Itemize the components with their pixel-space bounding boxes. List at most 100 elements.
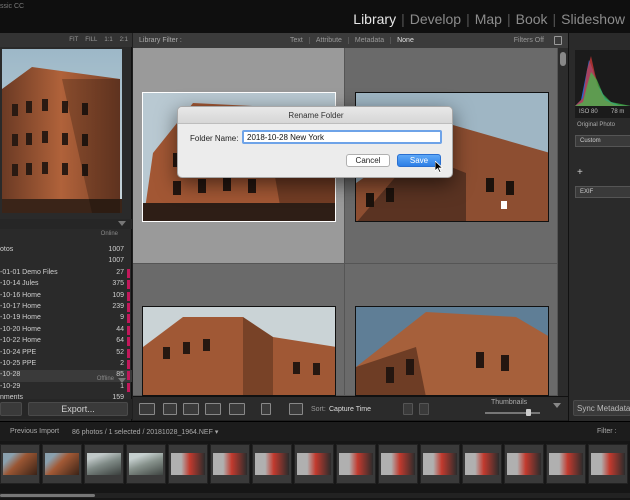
sort-label: Sort: [311, 406, 326, 413]
grid-scrollbar-thumb[interactable] [560, 52, 566, 66]
filmstrip-thumb[interactable] [0, 444, 40, 484]
filmstrip-thumb[interactable] [210, 444, 250, 484]
folder-color-mark [127, 291, 130, 301]
filmstrip-thumb[interactable] [168, 444, 208, 484]
offline-label: Offline [96, 376, 114, 382]
filmstrip-source[interactable]: Previous Import [10, 428, 59, 435]
folder-row[interactable]: -10-17 Home 239 [0, 302, 132, 313]
thumbnail-size-knob[interactable] [526, 409, 531, 416]
folder-row[interactable]: -10-25 PPE 2 [0, 359, 132, 370]
folder-color-mark [127, 268, 130, 278]
folder-name: -10-19 Home [0, 314, 41, 322]
zoom-2-1[interactable]: 2:1 [120, 37, 128, 43]
grid-view-icon[interactable] [139, 403, 155, 415]
grid-cell[interactable] [133, 264, 345, 396]
module-slideshow[interactable]: Slideshow [556, 11, 630, 27]
flag-icon[interactable] [403, 403, 413, 415]
sort-dropdown[interactable]: Capture Time [329, 406, 371, 413]
folder-row[interactable]: -10-14 Jules 375 [0, 279, 132, 290]
module-map[interactable]: Map [470, 11, 507, 27]
filmstrip-scrollbar[interactable] [0, 493, 630, 498]
survey-view-icon[interactable] [205, 403, 221, 415]
original-photo-label: Original Photo [577, 122, 616, 128]
filters-status[interactable]: Filters Off [514, 37, 544, 44]
module-library[interactable]: Library [348, 11, 401, 27]
folder-name: -10-14 Jules [0, 280, 39, 288]
compare-view-icon[interactable] [183, 403, 199, 415]
filmstrip-thumb[interactable] [378, 444, 418, 484]
photo-thumbnail[interactable] [142, 306, 336, 396]
folder-row[interactable]: -01-01 Demo Files 27 [0, 268, 132, 279]
folder-name: otos [0, 246, 14, 253]
filter-none[interactable]: None [390, 37, 420, 44]
folder-row[interactable]: -10-24 PPE 52 [0, 348, 132, 359]
offline-volume-row[interactable]: Offline [0, 376, 132, 386]
folder-count: 239 [112, 302, 124, 310]
zoom-fit[interactable]: FIT [69, 37, 78, 43]
filmstrip-info[interactable]: 86 photos / 1 selected / 20181028_1964.N… [72, 428, 218, 436]
folder-row[interactable]: otos 1007 [0, 245, 132, 256]
people-view-icon[interactable] [229, 403, 245, 415]
grid-cell[interactable] [345, 264, 558, 396]
folder-row[interactable]: -10-16 Home 109 [0, 291, 132, 302]
metadata-set-dropdown[interactable]: EXIF [575, 186, 630, 198]
navigator-header: FIT FILL 1:1 2:1 [0, 33, 132, 47]
lock-icon[interactable] [554, 36, 562, 45]
filmstrip-thumb[interactable] [504, 444, 544, 484]
panel-collapse-row[interactable] [0, 219, 132, 229]
filmstrip-thumb[interactable] [462, 444, 502, 484]
collapse-triangle-icon [118, 221, 126, 226]
filmstrip-thumb[interactable] [420, 444, 460, 484]
zoom-options: FIT FILL 1:1 2:1 [69, 37, 128, 43]
zoom-fill[interactable]: FILL [85, 37, 97, 43]
thumbnail-size-slider[interactable] [485, 412, 540, 414]
lightroom-window: ssic CC Library | Develop | Map | Book | Sli… [0, 0, 630, 500]
filmstrip-thumb[interactable] [84, 444, 124, 484]
folder-name: -10-24 PPE [0, 348, 37, 356]
filmstrip-thumb[interactable] [588, 444, 628, 484]
sync-metadata-button[interactable]: Sync Metadata [573, 400, 630, 416]
filmstrip [0, 441, 630, 500]
module-develop[interactable]: Develop [405, 11, 466, 27]
filter-metadata[interactable]: Metadata [347, 37, 390, 44]
filmstrip-thumb[interactable] [126, 444, 166, 484]
add-icon[interactable]: + [577, 167, 583, 178]
folder-row[interactable]: -10-20 Home 44 [0, 325, 132, 336]
filter-text[interactable]: Text [284, 37, 309, 44]
photo-thumbnail[interactable] [355, 306, 549, 396]
filter-attribute[interactable]: Attribute [308, 37, 348, 44]
folder-count: 1007 [108, 246, 124, 253]
folder-count: 27 [116, 268, 124, 276]
saved-preset-dropdown[interactable]: Custom [575, 135, 630, 147]
folder-color-mark [127, 302, 130, 312]
export-button[interactable]: Export... [28, 402, 128, 416]
cancel-button[interactable]: Cancel [346, 154, 390, 167]
sort-direction-icon[interactable] [289, 403, 303, 415]
filmstrip-thumb[interactable] [42, 444, 82, 484]
filmstrip-scrollbar-thumb[interactable] [0, 494, 95, 497]
import-button[interactable] [0, 402, 22, 416]
module-book[interactable]: Book [511, 11, 553, 27]
zoom-1-1[interactable]: 1:1 [104, 37, 112, 43]
folder-row[interactable]: -10-22 Home 64 [0, 336, 132, 347]
filmstrip-filter-label: Filter : [597, 428, 617, 435]
grid-scrollbar[interactable] [558, 48, 568, 396]
filmstrip-thumb[interactable] [252, 444, 292, 484]
navigator-preview[interactable] [2, 49, 122, 213]
filmstrip-thumb[interactable] [336, 444, 376, 484]
right-panel: ISO 80 78 m Original Photo Custom + EXIF… [568, 33, 630, 421]
folder-row[interactable]: -10-19 Home 9 [0, 313, 132, 324]
toolbar-menu-chevron-down-icon[interactable] [553, 403, 561, 408]
folder-count: 64 [116, 337, 124, 345]
folder-name-input[interactable] [242, 130, 442, 144]
filmstrip-thumb[interactable] [294, 444, 334, 484]
painter-icon[interactable] [261, 403, 271, 415]
folder-color-mark [127, 325, 130, 335]
folder-count: 109 [112, 291, 124, 299]
reject-flag-icon[interactable] [419, 403, 429, 415]
folder-row[interactable]: 1007 [0, 256, 132, 267]
filmstrip-thumb[interactable] [546, 444, 586, 484]
rename-folder-dialog: Rename Folder Folder Name: Cancel Save [177, 106, 453, 178]
dialog-title: Rename Folder [178, 107, 452, 124]
loupe-view-icon[interactable] [163, 403, 177, 415]
